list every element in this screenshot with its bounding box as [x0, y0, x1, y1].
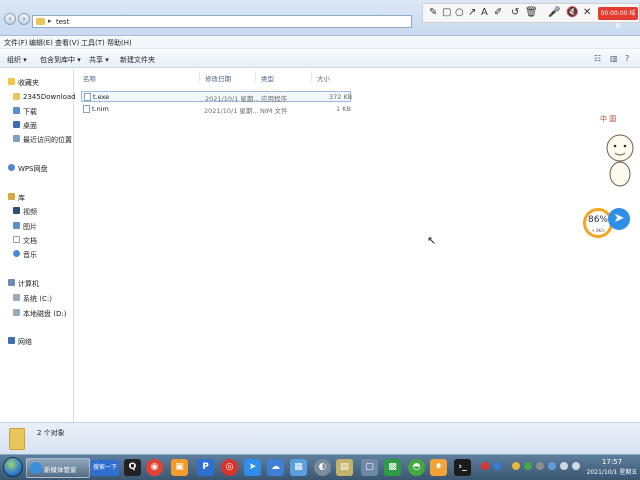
navigation-pane: 收藏夹 2345Downloads 下载 桌面 最近访问的位置 WPS网盘 库 … — [0, 68, 79, 422]
new-folder-button[interactable]: 新建文件夹 — [120, 55, 155, 65]
command-bar: 组织 ▾ 包含到库中 ▾ 共享 ▾ 新建文件夹 ☷ ▥ ? — [0, 50, 640, 68]
bird-icon[interactable]: ➤ — [608, 208, 630, 230]
menu-tools[interactable]: 工具(T) — [81, 38, 105, 48]
marker-icon[interactable]: ✐ — [494, 7, 502, 18]
item-count: 2 个对象 — [37, 429, 65, 437]
terminal-icon[interactable]: ›_ — [454, 459, 471, 476]
qq-icon[interactable]: Q — [124, 459, 141, 476]
flame-app-icon[interactable]: ♦ — [430, 459, 447, 476]
undo-icon[interactable]: ↺ — [511, 7, 519, 18]
bird-app-icon[interactable]: ➤ — [244, 459, 261, 476]
tool-icon[interactable]: ▤ — [336, 459, 353, 476]
menu-help[interactable]: 帮助(H) — [107, 38, 132, 48]
tray-icon[interactable] — [524, 462, 532, 470]
breadcrumb-path[interactable]: test — [56, 18, 69, 26]
star-icon — [8, 78, 15, 85]
desktop-icon — [13, 121, 20, 128]
green-app-icon[interactable]: ▩ — [384, 459, 401, 476]
mouse-cursor-icon: ↖ — [427, 234, 437, 247]
tray-icon[interactable] — [493, 462, 501, 470]
p-app-icon[interactable]: P — [197, 459, 214, 476]
rectangle-icon[interactable]: ▢ — [442, 7, 451, 18]
breadcrumb-arrow-icon[interactable]: ▸ — [48, 17, 52, 25]
cartoon-sticker: 中 国 — [600, 112, 640, 202]
media-icon[interactable]: ◐ — [314, 459, 331, 476]
column-divider[interactable] — [255, 71, 256, 82]
tray-icon[interactable] — [481, 462, 489, 470]
search-button[interactable]: 搜索一下 — [91, 460, 119, 476]
column-header-type[interactable]: 类型 — [261, 73, 274, 83]
file-row[interactable]: t.exe 2021/10/1 星期... 应用程序 372 KB — [81, 91, 352, 103]
preview-pane-icon[interactable]: ▥ — [610, 54, 618, 63]
document-icon — [13, 236, 20, 243]
360-icon[interactable]: ◓ — [408, 459, 425, 476]
pen-icon[interactable]: ✎ — [429, 7, 437, 18]
folder-icon — [36, 18, 45, 25]
recorder-toolbar: ✎ ▢ ○ ↗ A ✐ ↺ 🗑 🎤 🔇 ✕ 00:00:00 结束 — [422, 3, 640, 30]
library-icon — [8, 193, 15, 200]
microphone-icon[interactable]: 🎤 — [548, 7, 560, 18]
menu-view[interactable]: 查看(V) — [55, 38, 79, 48]
column-header-name[interactable]: 名称 — [83, 73, 96, 83]
menu-bar: 文件(F) 编辑(E) 查看(V) 工具(T) 帮助(H) — [0, 36, 640, 49]
computer-icon — [8, 279, 15, 286]
system-clock[interactable]: 17:57 2021/10/1 星期五 — [584, 458, 640, 476]
column-header-date[interactable]: 修改日期 — [205, 73, 231, 83]
folder-icon — [13, 93, 20, 100]
forward-button[interactable]: › — [18, 13, 30, 25]
menu-file[interactable]: 文件(F) — [4, 38, 28, 48]
volume-icon[interactable] — [572, 462, 580, 470]
recording-stop-button[interactable]: 00:00:00 结束 — [598, 7, 638, 30]
menu-edit[interactable]: 编辑(E) — [29, 38, 53, 48]
arrow-tool-icon[interactable]: ↗ — [468, 7, 476, 18]
text-tool-icon[interactable]: A — [481, 7, 488, 18]
include-library-button[interactable]: 包含到库中 ▾ — [40, 55, 81, 65]
ellipse-icon[interactable]: ○ — [455, 7, 464, 18]
tray-icon[interactable] — [536, 462, 544, 470]
file-icon — [83, 105, 90, 113]
ie-icon — [30, 462, 42, 474]
baidu-netdisk-icon[interactable]: ☁ — [267, 459, 284, 476]
details-pane: 2 个对象 — [0, 422, 640, 454]
file-list: 名称 修改日期 类型 大小 t.exe 2021/10/1 星期... 应用程序… — [75, 68, 640, 422]
window-app-icon[interactable]: ▢ — [361, 459, 378, 476]
network-status-icon[interactable] — [560, 462, 568, 470]
download-folder-icon — [13, 107, 20, 114]
cloud-icon — [8, 164, 15, 171]
column-header-size[interactable]: 大小 — [317, 73, 330, 83]
chrome-icon[interactable]: ◉ — [146, 459, 163, 476]
column-divider[interactable] — [199, 71, 200, 82]
mute-icon[interactable]: 🔇 — [566, 7, 578, 18]
netease-music-icon[interactable]: ◎ — [221, 459, 238, 476]
close-icon[interactable]: ✕ — [583, 7, 591, 18]
drive-icon — [13, 309, 20, 316]
cartoon-character-icon — [606, 134, 634, 187]
trash-icon[interactable]: 🗑 — [525, 7, 538, 18]
taskbar: 新媒体管家 搜索一下 Q ◉ ▣ P ◎ ➤ ☁ ▦ ◐ ▤ ▢ ▩ ◓ ♦ ›… — [0, 454, 640, 480]
tray-icon[interactable] — [548, 462, 556, 470]
back-button[interactable]: ‹ — [4, 13, 16, 25]
share-button[interactable]: 共享 ▾ — [89, 55, 109, 65]
explorer-icon[interactable]: ▣ — [171, 459, 188, 476]
file-row[interactable]: t.nim 2021/10/1 星期... NIM 文件 1 KB — [81, 104, 351, 115]
video-icon — [13, 207, 20, 214]
start-button[interactable] — [3, 457, 23, 477]
picture-icon — [13, 222, 20, 229]
image-viewer-icon[interactable]: ▦ — [290, 459, 307, 476]
help-icon[interactable]: ? — [625, 54, 629, 63]
address-bar[interactable]: ▸ test — [32, 15, 412, 28]
column-divider[interactable] — [311, 71, 312, 82]
folder-icon — [9, 428, 25, 450]
drive-icon — [13, 294, 20, 301]
exe-file-icon — [84, 93, 91, 101]
music-icon — [13, 250, 20, 257]
organize-button[interactable]: 组织 ▾ — [7, 55, 27, 65]
network-icon — [8, 337, 15, 344]
taskbar-item-browser[interactable]: 新媒体管家 — [26, 458, 90, 478]
tray-icon[interactable] — [512, 462, 520, 470]
view-options-icon[interactable]: ☷ — [594, 54, 601, 63]
recent-places-icon — [13, 135, 20, 142]
